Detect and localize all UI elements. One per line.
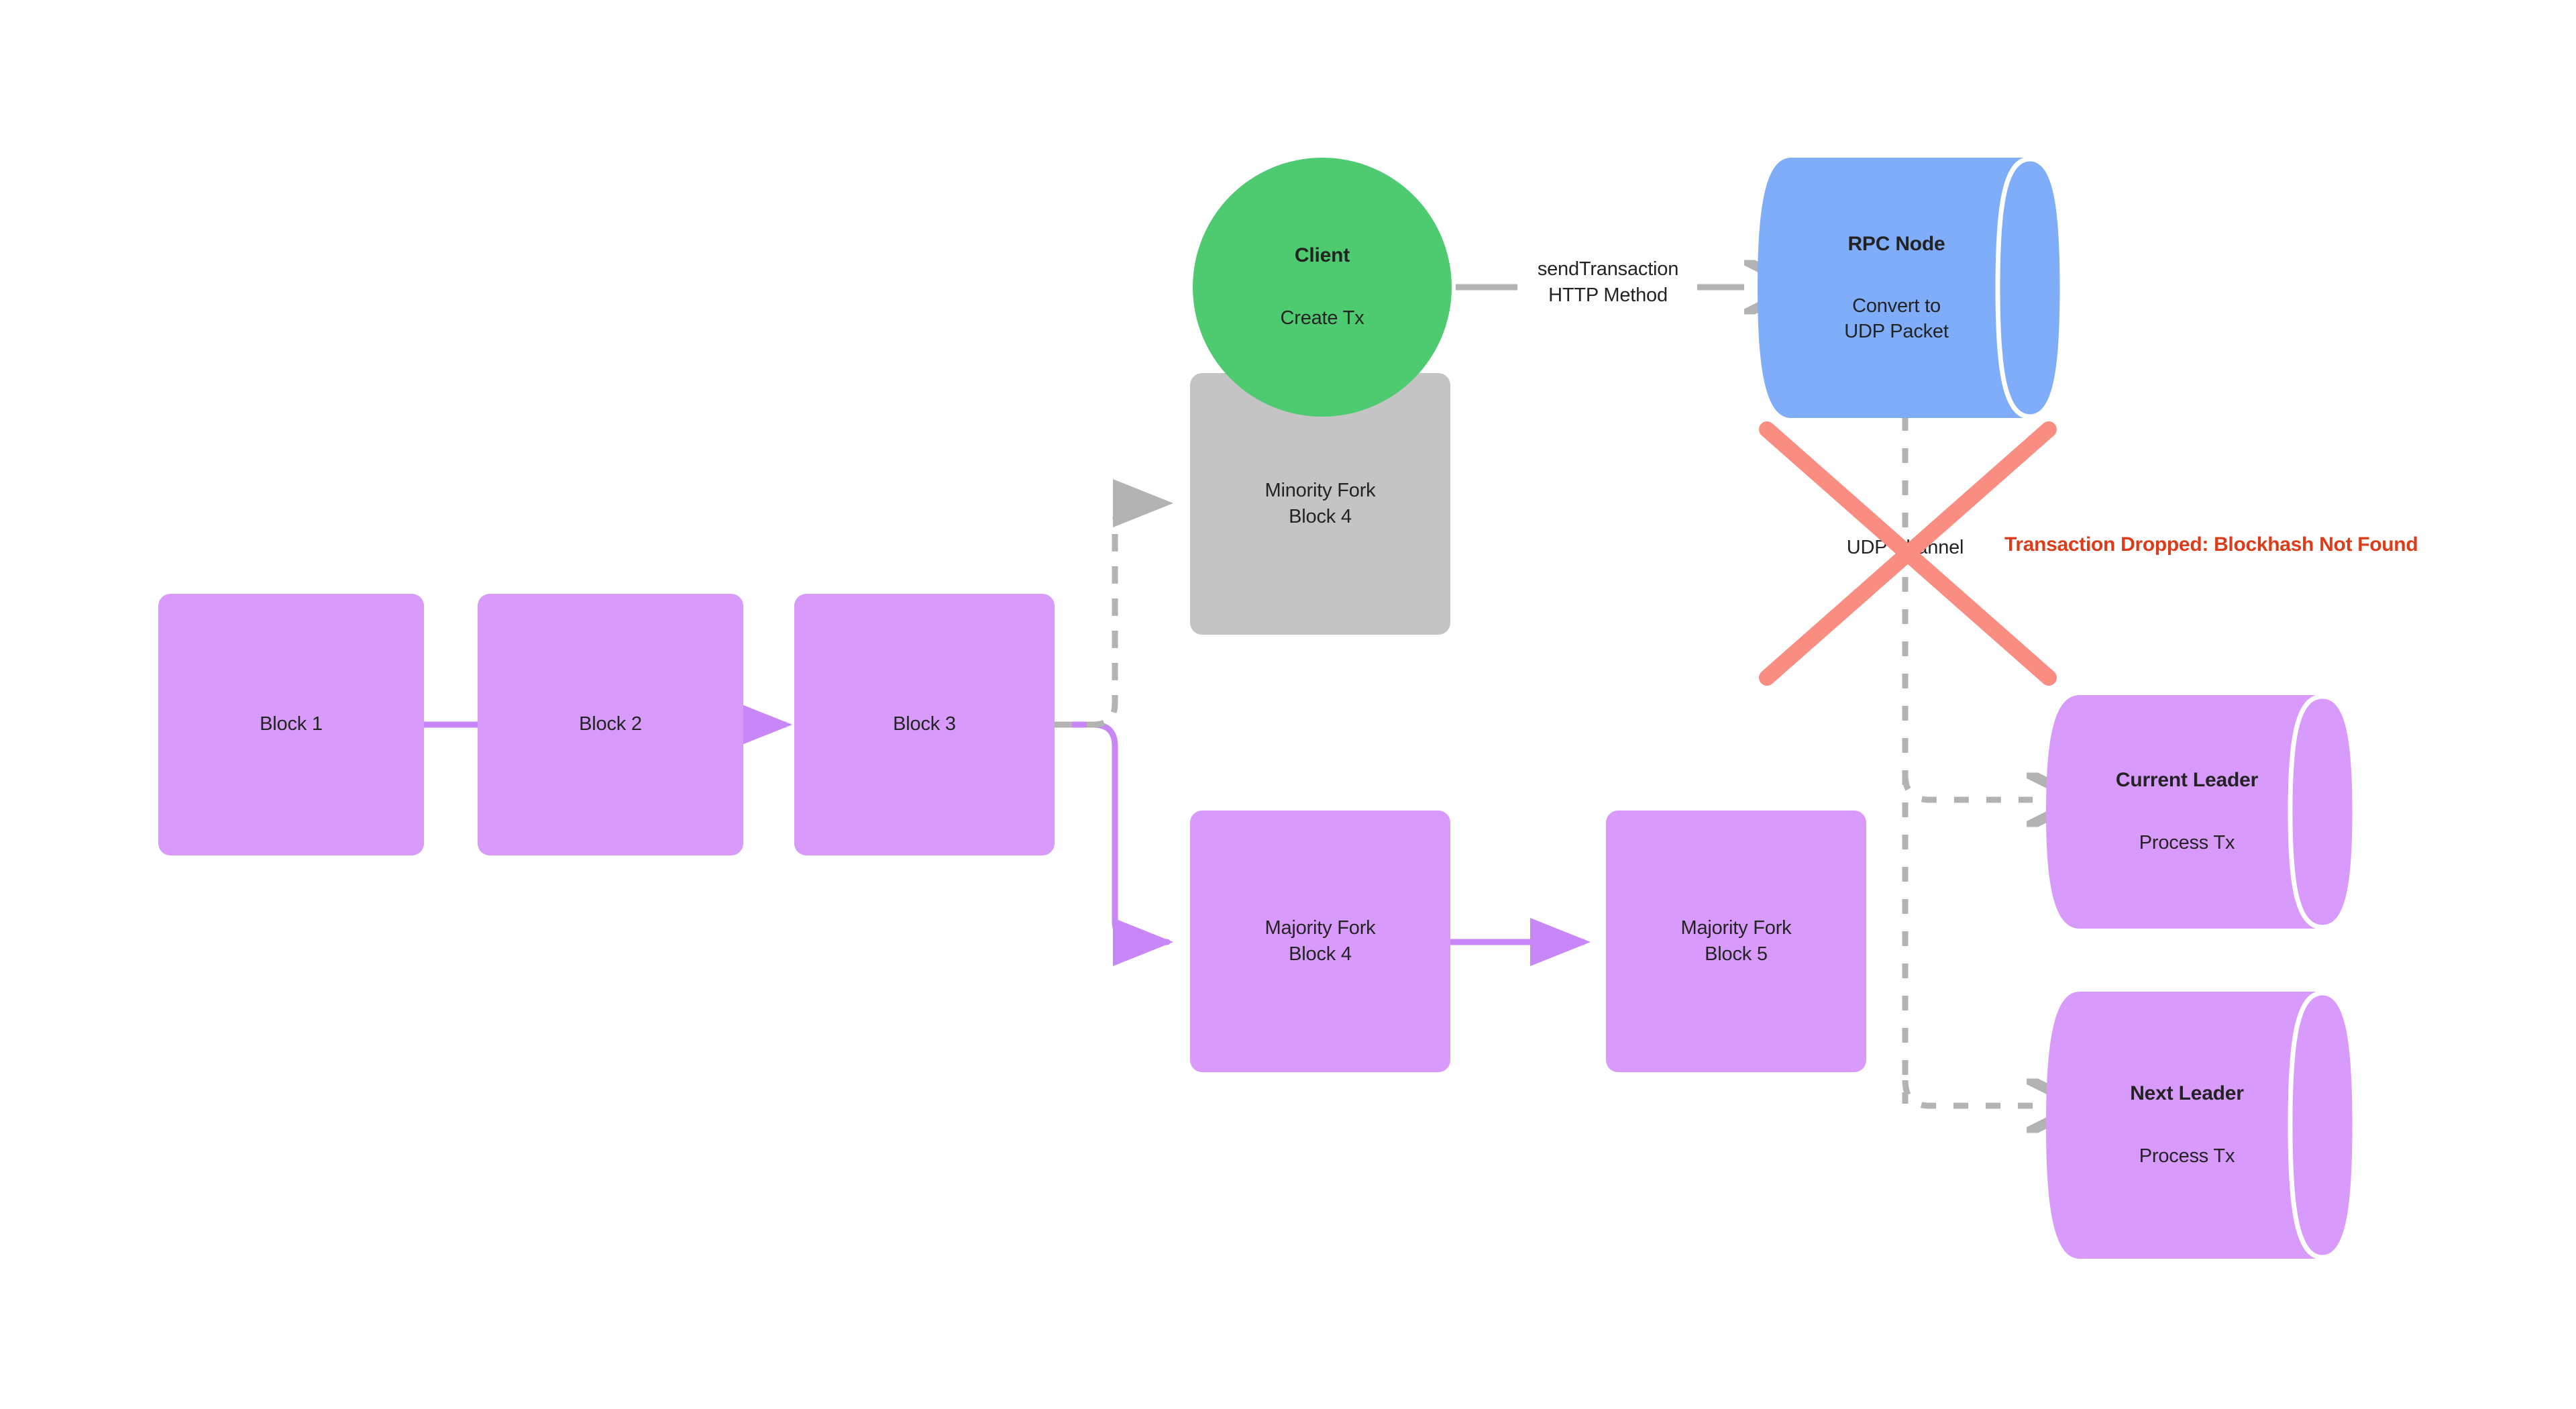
node-current-leader[interactable]: Current Leader Process Tx xyxy=(2046,694,2357,930)
node-rpc[interactable]: RPC Node Convert to UDP Packet xyxy=(1758,156,2065,419)
node-block-3[interactable]: Block 3 xyxy=(794,594,1055,855)
current-leader-title: Current Leader xyxy=(2115,769,2259,792)
majority-fork-block-5-label: Majority Fork Block 5 xyxy=(1680,917,1792,965)
current-leader-subtitle: Process Tx xyxy=(2139,831,2235,853)
current-leader-content: Current Leader Process Tx xyxy=(2046,695,2356,929)
node-majority-fork-block-4[interactable]: Majority Fork Block 4 xyxy=(1190,811,1450,1072)
block-1-label: Block 1 xyxy=(260,713,323,735)
node-block-2[interactable]: Block 2 xyxy=(478,594,743,855)
node-next-leader[interactable]: Next Leader Process Tx xyxy=(2046,990,2357,1260)
node-block-1[interactable]: Block 1 xyxy=(158,594,424,855)
majority-fork-block-4-label: Majority Fork Block 4 xyxy=(1265,917,1376,965)
rpc-title: RPC Node xyxy=(1847,232,1945,255)
next-leader-subtitle: Process Tx xyxy=(2139,1145,2235,1167)
block-2-label: Block 2 xyxy=(579,713,642,735)
next-leader-title: Next Leader xyxy=(2130,1082,2244,1105)
node-majority-fork-block-5[interactable]: Majority Fork Block 5 xyxy=(1606,811,1866,1072)
block-3-label: Block 3 xyxy=(893,713,956,735)
error-transaction-dropped: Transaction Dropped: Blockhash Not Found xyxy=(2004,533,2418,556)
next-leader-content: Next Leader Process Tx xyxy=(2046,992,2356,1259)
minority-fork-block-4-label: Minority Fork Block 4 xyxy=(1265,479,1376,527)
client-subtitle: Create Tx xyxy=(1280,307,1364,329)
edge-block3-majority-fork-block4 xyxy=(1051,721,1173,966)
rpc-subtitle: Convert to UDP Packet xyxy=(1844,295,1949,342)
edge-label-udp-channel: UDP Channel xyxy=(1846,537,1964,558)
edge-block3-minority-fork-block4 xyxy=(1055,479,1173,728)
rpc-content: RPC Node Convert to UDP Packet xyxy=(1758,158,2063,418)
edge-rpc-udp-channel xyxy=(1902,416,2033,1106)
edge-label-client-to-rpc: sendTransaction HTTP Method xyxy=(1537,258,1679,307)
node-client[interactable]: Client Create Tx xyxy=(1193,158,1452,417)
diagram-canvas: Block 1 Block 2 Block 3 Minority Fork Bl… xyxy=(0,0,2576,1409)
client-title: Client xyxy=(1294,244,1350,267)
